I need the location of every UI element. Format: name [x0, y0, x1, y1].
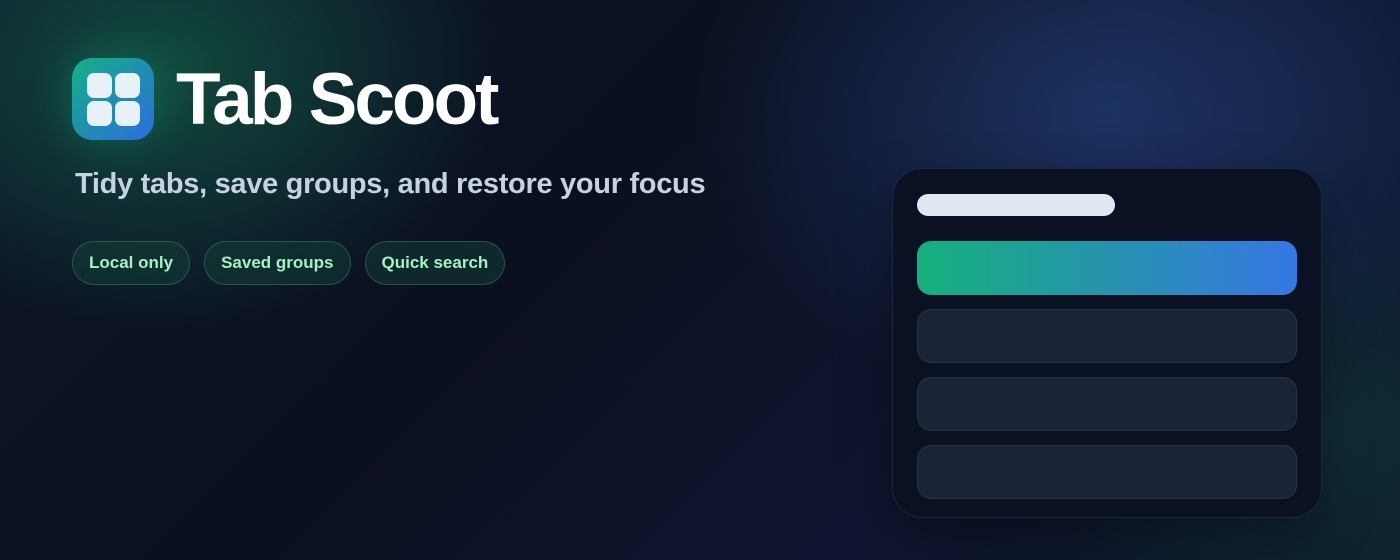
logo-square [115, 101, 140, 126]
preview-tab-row [917, 377, 1297, 431]
feature-pill-saved-groups: Saved groups [204, 241, 351, 285]
preview-tab-row [917, 445, 1297, 499]
logo-square [87, 73, 112, 98]
app-grid-icon [72, 58, 154, 140]
feature-pills: Local only Saved groups Quick search [72, 241, 506, 285]
feature-pill-quick-search: Quick search [364, 241, 506, 285]
preview-tab-row-active [917, 241, 1297, 295]
preview-card [892, 168, 1322, 518]
logo-square [87, 101, 112, 126]
preview-tab-row [917, 309, 1297, 363]
tagline: Tidy tabs, save groups, and restore your… [75, 168, 706, 200]
feature-pill-local-only: Local only [72, 241, 191, 285]
preview-search-bar [917, 194, 1115, 216]
brand-header: Tab Scoot [72, 58, 499, 140]
logo-square [115, 73, 140, 98]
app-title: Tab Scoot [176, 58, 499, 140]
